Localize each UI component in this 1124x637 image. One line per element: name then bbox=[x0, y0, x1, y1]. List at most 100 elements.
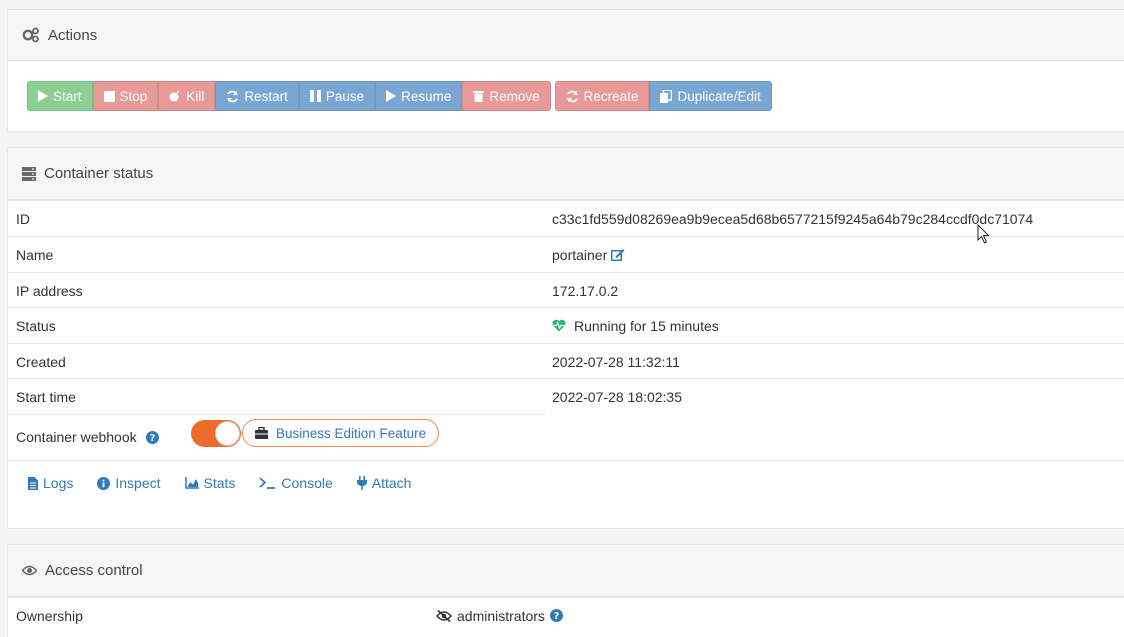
attach-link[interactable]: Attach bbox=[356, 475, 412, 491]
pause-button[interactable]: Pause bbox=[298, 81, 376, 111]
created-row: Created 2022-07-28 11:32:11 bbox=[8, 343, 1124, 379]
actions-toolbar: Start Stop Kill Restart Pause Resume Rem… bbox=[27, 81, 776, 111]
container-status-panel: Container status ID c33c1fd559d08269ea9b… bbox=[7, 147, 1124, 529]
start-time-value: 2022-07-28 18:02:35 bbox=[552, 388, 682, 405]
help-icon[interactable]: ? bbox=[145, 430, 159, 444]
webhook-label: Container webhook bbox=[16, 429, 137, 445]
ip-address-row: IP address 172.17.0.2 bbox=[8, 272, 1124, 308]
eye-slash-icon bbox=[436, 609, 452, 622]
webhook-row: Container webhook ? Business Edition Fea… bbox=[8, 414, 1124, 460]
name-value-wrapper: portainer bbox=[552, 247, 625, 263]
ip-address-label: IP address bbox=[16, 282, 83, 299]
webhook-toggle-knob bbox=[215, 421, 240, 446]
ip-address-value: 172.17.0.2 bbox=[552, 282, 619, 299]
recreate-button[interactable]: Recreate bbox=[554, 81, 650, 111]
attach-link-label: Attach bbox=[371, 475, 412, 491]
start-time-label: Start time bbox=[16, 388, 76, 405]
heartbeat-icon bbox=[552, 319, 566, 332]
recreate-button-label: Recreate bbox=[583, 88, 639, 104]
business-edition-badge[interactable]: Business Edition Feature bbox=[242, 419, 440, 447]
webhook-toggle[interactable] bbox=[191, 420, 241, 447]
start-button-label: Start bbox=[53, 88, 82, 104]
remove-button[interactable]: Remove bbox=[462, 81, 551, 111]
webhook-divider bbox=[8, 414, 545, 415]
server-icon bbox=[22, 166, 36, 181]
refresh-icon bbox=[566, 90, 578, 102]
actions-header: Actions bbox=[8, 10, 1124, 61]
svg-text:?: ? bbox=[554, 611, 560, 622]
logs-link-label: Logs bbox=[43, 475, 74, 491]
terminal-icon bbox=[259, 477, 276, 489]
refresh-icon bbox=[227, 90, 239, 102]
access-control-header: Access control bbox=[8, 545, 1124, 597]
start-button[interactable]: Start bbox=[27, 81, 93, 111]
status-value: Running for 15 minutes bbox=[574, 317, 719, 334]
restart-button-label: Restart bbox=[244, 88, 288, 104]
business-edition-badge-label: Business Edition Feature bbox=[276, 425, 427, 441]
name-label: Name bbox=[16, 246, 54, 263]
plug-icon bbox=[356, 476, 367, 490]
created-label: Created bbox=[16, 353, 66, 370]
resume-button[interactable]: Resume bbox=[375, 81, 463, 111]
ownership-value: administrators bbox=[457, 607, 545, 624]
stats-link-label: Stats bbox=[203, 475, 236, 491]
actions-title: Actions bbox=[48, 26, 98, 44]
stop-button[interactable]: Stop bbox=[92, 81, 159, 111]
logs-link[interactable]: Logs bbox=[28, 475, 73, 491]
restart-button[interactable]: Restart bbox=[215, 81, 299, 111]
created-value: 2022-07-28 11:32:11 bbox=[552, 353, 680, 370]
kill-button-label: Kill bbox=[186, 88, 205, 104]
pause-button-label: Pause bbox=[325, 88, 365, 104]
duplicate-edit-button-label: Duplicate/Edit bbox=[677, 88, 761, 104]
id-value: c33c1fd559d08269ea9b9ecea5d68b6577215f92… bbox=[552, 210, 1034, 227]
inspect-link-label: Inspect bbox=[115, 475, 161, 491]
inspect-link[interactable]: Inspect bbox=[97, 475, 161, 491]
stop-icon bbox=[103, 90, 115, 102]
id-label: ID bbox=[16, 210, 30, 227]
pause-icon bbox=[309, 90, 321, 102]
status-row: Status Running for 15 minutes bbox=[8, 307, 1124, 343]
eye-icon bbox=[22, 565, 37, 576]
help-icon[interactable]: ? bbox=[549, 609, 563, 622]
info-circle-icon bbox=[97, 476, 111, 490]
stop-button-label: Stop bbox=[119, 88, 148, 104]
access-control-panel: Access control Ownership administrators … bbox=[7, 544, 1124, 637]
briefcase-icon bbox=[255, 427, 268, 439]
access-control-title: Access control bbox=[45, 562, 143, 579]
ownership-value-wrapper: administrators ? bbox=[436, 608, 563, 624]
cogs-icon bbox=[22, 27, 39, 43]
copy-icon bbox=[660, 89, 673, 103]
remove-button-label: Remove bbox=[489, 88, 540, 104]
ownership-row: Ownership administrators ? bbox=[8, 597, 1124, 633]
stats-link[interactable]: Stats bbox=[184, 475, 236, 491]
ownership-label: Ownership bbox=[16, 607, 83, 624]
container-status-header: Container status bbox=[8, 148, 1124, 200]
edit-icon[interactable] bbox=[611, 248, 625, 261]
play-icon bbox=[386, 90, 397, 102]
status-label: Status bbox=[16, 317, 56, 334]
container-links: Logs Inspect Stats Console Attach bbox=[28, 475, 435, 491]
recreate-button-group: Recreate Duplicate/Edit bbox=[554, 81, 772, 111]
lifecycle-button-group: Start Stop Kill Restart Pause Resume Rem… bbox=[27, 81, 551, 111]
mouse-cursor-icon bbox=[977, 224, 990, 244]
console-link[interactable]: Console bbox=[259, 475, 333, 491]
file-icon bbox=[28, 476, 38, 490]
area-chart-icon bbox=[184, 477, 199, 489]
kill-button[interactable]: Kill bbox=[158, 81, 216, 111]
trash-icon bbox=[473, 91, 485, 102]
duplicate-edit-button[interactable]: Duplicate/Edit bbox=[649, 81, 772, 111]
container-status-title: Container status bbox=[44, 165, 154, 182]
console-link-label: Console bbox=[281, 475, 333, 491]
bomb-icon bbox=[169, 90, 180, 102]
svg-text:?: ? bbox=[149, 433, 155, 444]
start-time-row: Start time 2022-07-28 18:02:35 bbox=[8, 378, 1124, 414]
name-row: Name portainer bbox=[8, 236, 1124, 272]
id-row: ID c33c1fd559d08269ea9b9ecea5d68b6577215… bbox=[8, 200, 1124, 236]
play-icon bbox=[38, 90, 48, 102]
webhook-label-wrapper: Container webhook ? bbox=[16, 429, 159, 445]
status-value-wrapper: Running for 15 minutes bbox=[552, 318, 719, 334]
actions-panel: Actions Start Stop Kill Restart Pause Re… bbox=[7, 9, 1124, 132]
name-value: portainer bbox=[552, 246, 608, 263]
links-divider bbox=[8, 460, 1124, 461]
resume-button-label: Resume bbox=[401, 88, 452, 104]
